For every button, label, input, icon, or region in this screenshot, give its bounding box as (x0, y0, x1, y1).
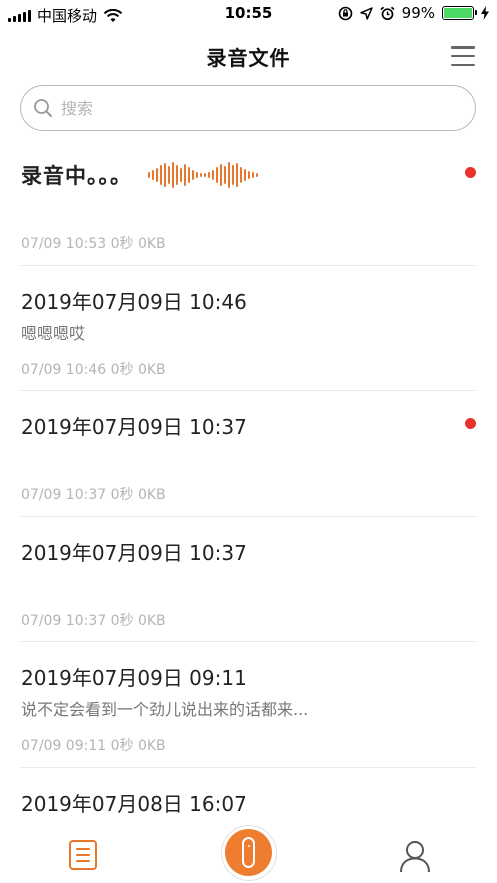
menu-icon[interactable] (451, 46, 475, 66)
alarm-icon (380, 6, 395, 20)
list-item[interactable]: 2019年07月09日 09:11 说不定会看到一个劲儿说出来的话都来... 0… (20, 642, 477, 768)
list-item-title: 2019年07月09日 10:37 (21, 540, 247, 565)
list-item-meta: 07/09 10:46 0秒 0KB (21, 361, 166, 378)
record-button-fill (225, 829, 272, 876)
waveform-bar (212, 170, 214, 180)
orientation-lock-icon (338, 6, 352, 20)
battery-level (444, 8, 472, 18)
waveform-bar (148, 172, 150, 178)
status-right: 99% (338, 4, 489, 22)
waveform-bar (196, 172, 198, 178)
waveform-bar (224, 166, 226, 184)
list-item-title: 2019年07月09日 10:46 (21, 289, 247, 314)
tab-bar (0, 823, 497, 883)
list-item-meta: 07/09 10:53 0秒 0KB (21, 236, 166, 252)
waveform-bar (156, 168, 158, 182)
battery-percent: 99% (401, 4, 435, 22)
waveform-bar (164, 163, 166, 187)
search-icon (34, 99, 52, 117)
charging-bolt-icon (481, 6, 489, 20)
list-item-title: 2019年07月08日 16:07 (21, 791, 247, 816)
waveform-bar (184, 164, 186, 186)
waveform-bar (188, 167, 190, 183)
list-item[interactable]: 2019年07月09日 10:37 07/09 10:37 0秒 0KB (20, 391, 477, 517)
battery-icon (442, 6, 477, 20)
list-item-title: 2019年07月09日 10:37 (21, 415, 247, 439)
list-item-meta: 07/09 10:37 0秒 0KB (21, 487, 166, 503)
waveform-bar (220, 164, 222, 186)
waveform-bar (256, 173, 258, 177)
status-bar: 中国移动 10:55 99% (0, 0, 497, 28)
waveform-bar (204, 173, 206, 177)
waveform-bar (236, 163, 238, 187)
waveform-bar (252, 172, 254, 178)
list-item[interactable]: 2019年07月09日 10:37 07/09 10:37 0秒 0KB (20, 517, 477, 642)
search-input[interactable] (61, 98, 441, 118)
recording-status-text: 录音中。。。 (21, 164, 132, 188)
list-item-meta: 07/09 09:11 0秒 0KB (21, 738, 166, 754)
waveform-bar (180, 168, 182, 182)
list-item-transcript: 说不定会看到一个劲儿说出来的话都来... (21, 700, 309, 719)
waveform-bar (248, 171, 250, 179)
waveform-bar (232, 165, 234, 185)
list-item[interactable]: 2019年07月09日 10:46 嗯嗯嗯哎 07/09 10:46 0秒 0K… (20, 266, 477, 391)
unread-dot (465, 167, 476, 178)
waveform-bar (172, 162, 174, 188)
waveform-icon (148, 160, 258, 190)
person-icon[interactable] (399, 839, 431, 873)
recordings-list: 录音中。。。 07/09 10:53 0秒 0KB 2019年07月09日 10… (0, 140, 497, 883)
waveform-bar (200, 173, 202, 177)
waveform-bar (228, 162, 230, 188)
header: 录音文件 (0, 28, 497, 82)
unread-dot (465, 418, 476, 429)
waveform-bar (152, 170, 154, 180)
search-bar[interactable] (20, 85, 476, 131)
recording-status-row: 录音中。。。 (21, 160, 258, 190)
waveform-bar (160, 165, 162, 185)
waveform-bar (208, 172, 210, 178)
page-title: 录音文件 (206, 46, 291, 70)
waveform-bar (240, 167, 242, 183)
waveform-bar (244, 169, 246, 181)
list-item-transcript: 嗯嗯嗯哎 (21, 323, 86, 343)
waveform-bar (216, 167, 218, 183)
list-item-meta: 07/09 10:37 0秒 0KB (21, 612, 166, 629)
recording-in-progress[interactable]: 录音中。。。 07/09 10:53 0秒 0KB (20, 140, 477, 266)
microphone-icon (242, 837, 255, 868)
waveform-bar (168, 166, 170, 184)
waveform-bar (192, 170, 194, 180)
list-item-title: 2019年07月09日 09:11 (21, 666, 247, 690)
waveform-bar (176, 165, 178, 185)
document-list-icon[interactable] (69, 840, 97, 870)
location-icon (359, 6, 373, 20)
record-button[interactable] (221, 825, 277, 881)
